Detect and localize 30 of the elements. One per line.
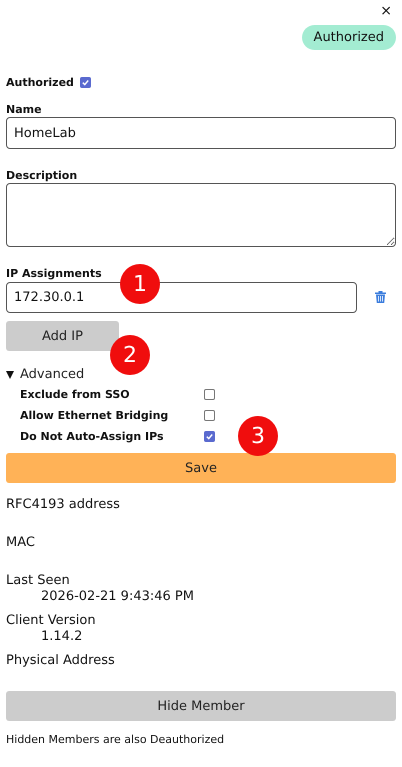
checkbox[interactable] <box>80 77 91 88</box>
info-value: 2026-02-21 9:43:46 PM <box>40 589 195 604</box>
status-badge: Authorized <box>302 25 396 50</box>
checkbox[interactable] <box>204 431 215 442</box>
info-label: RFC4193 address <box>6 497 121 512</box>
add-ip-button[interactable]: Add IP <box>6 321 119 351</box>
description-field[interactable] <box>6 183 396 247</box>
checkbox[interactable] <box>204 389 215 400</box>
trash-icon[interactable] <box>375 291 386 303</box>
info-label: MAC <box>6 535 36 550</box>
field-label: Name <box>6 103 43 116</box>
field-label: Description <box>6 169 78 182</box>
annotation-marker: 1 <box>120 264 160 304</box>
annotation-marker: 3 <box>238 416 278 456</box>
field-label: Authorized <box>6 76 74 89</box>
hide-member-button[interactable]: Hide Member <box>6 691 396 721</box>
save-button[interactable]: Save <box>6 453 396 483</box>
name-field[interactable]: HomeLab <box>6 117 396 149</box>
field-label: IP Assignments <box>6 267 103 280</box>
checkbox[interactable] <box>204 410 215 421</box>
info-label: Physical Address <box>6 653 116 668</box>
info-label: Last Seen <box>6 573 71 588</box>
info-value: 1.14.2 <box>40 629 84 644</box>
option-label: Allow Ethernet Bridging <box>20 409 170 422</box>
annotation-marker: 2 <box>110 335 150 375</box>
option-label: Exclude from SSO <box>20 388 131 401</box>
footnote: Hidden Members are also Deauthorized <box>6 733 226 746</box>
option-label: Do Not Auto-Assign IPs <box>20 430 165 443</box>
info-label: Client Version <box>6 613 97 628</box>
close-button[interactable]: × <box>374 3 396 17</box>
